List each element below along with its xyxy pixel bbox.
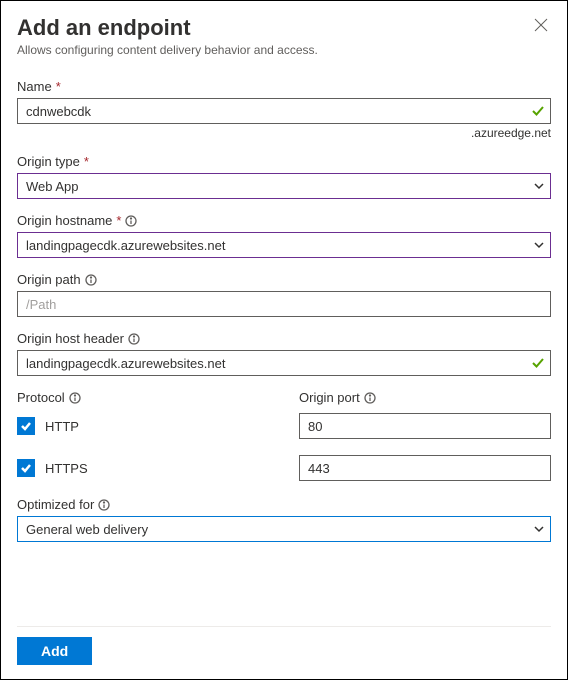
info-icon [85, 274, 97, 286]
info-icon [69, 392, 81, 404]
chevron-down-icon [533, 523, 545, 535]
origin-type-select[interactable]: Web App [17, 173, 551, 199]
origin-path-label: Origin path [17, 272, 551, 287]
origin-host-header-input[interactable] [17, 350, 551, 376]
footer-divider [17, 626, 551, 627]
close-icon[interactable] [531, 15, 551, 35]
origin-hostname-label: Origin hostname* [17, 213, 551, 228]
http-checkbox[interactable] [17, 417, 35, 435]
http-port-input[interactable] [299, 413, 551, 439]
info-icon [128, 333, 140, 345]
origin-type-label: Origin type* [17, 154, 551, 169]
https-checkbox[interactable] [17, 459, 35, 477]
add-button[interactable]: Add [17, 637, 92, 665]
page-subtitle: Allows configuring content delivery beha… [17, 43, 551, 57]
name-suffix: .azureedge.net [17, 126, 551, 140]
info-icon [364, 392, 376, 404]
optimized-for-select[interactable]: General web delivery [17, 516, 551, 542]
chevron-down-icon [533, 180, 545, 192]
optimized-for-label: Optimized for [17, 497, 551, 512]
origin-hostname-select[interactable]: landingpagecdk.azurewebsites.net [17, 232, 551, 258]
check-icon [531, 356, 545, 370]
origin-port-label: Origin port [299, 390, 551, 405]
name-input[interactable] [17, 98, 551, 124]
chevron-down-icon [533, 239, 545, 251]
page-title: Add an endpoint [17, 15, 191, 41]
name-label: Name* [17, 79, 551, 94]
info-icon [125, 215, 137, 227]
protocol-label: Protocol [17, 390, 269, 405]
origin-path-input[interactable] [17, 291, 551, 317]
http-label: HTTP [45, 419, 79, 434]
check-icon [531, 104, 545, 118]
info-icon [98, 499, 110, 511]
https-label: HTTPS [45, 461, 88, 476]
https-port-input[interactable] [299, 455, 551, 481]
origin-host-header-label: Origin host header [17, 331, 551, 346]
